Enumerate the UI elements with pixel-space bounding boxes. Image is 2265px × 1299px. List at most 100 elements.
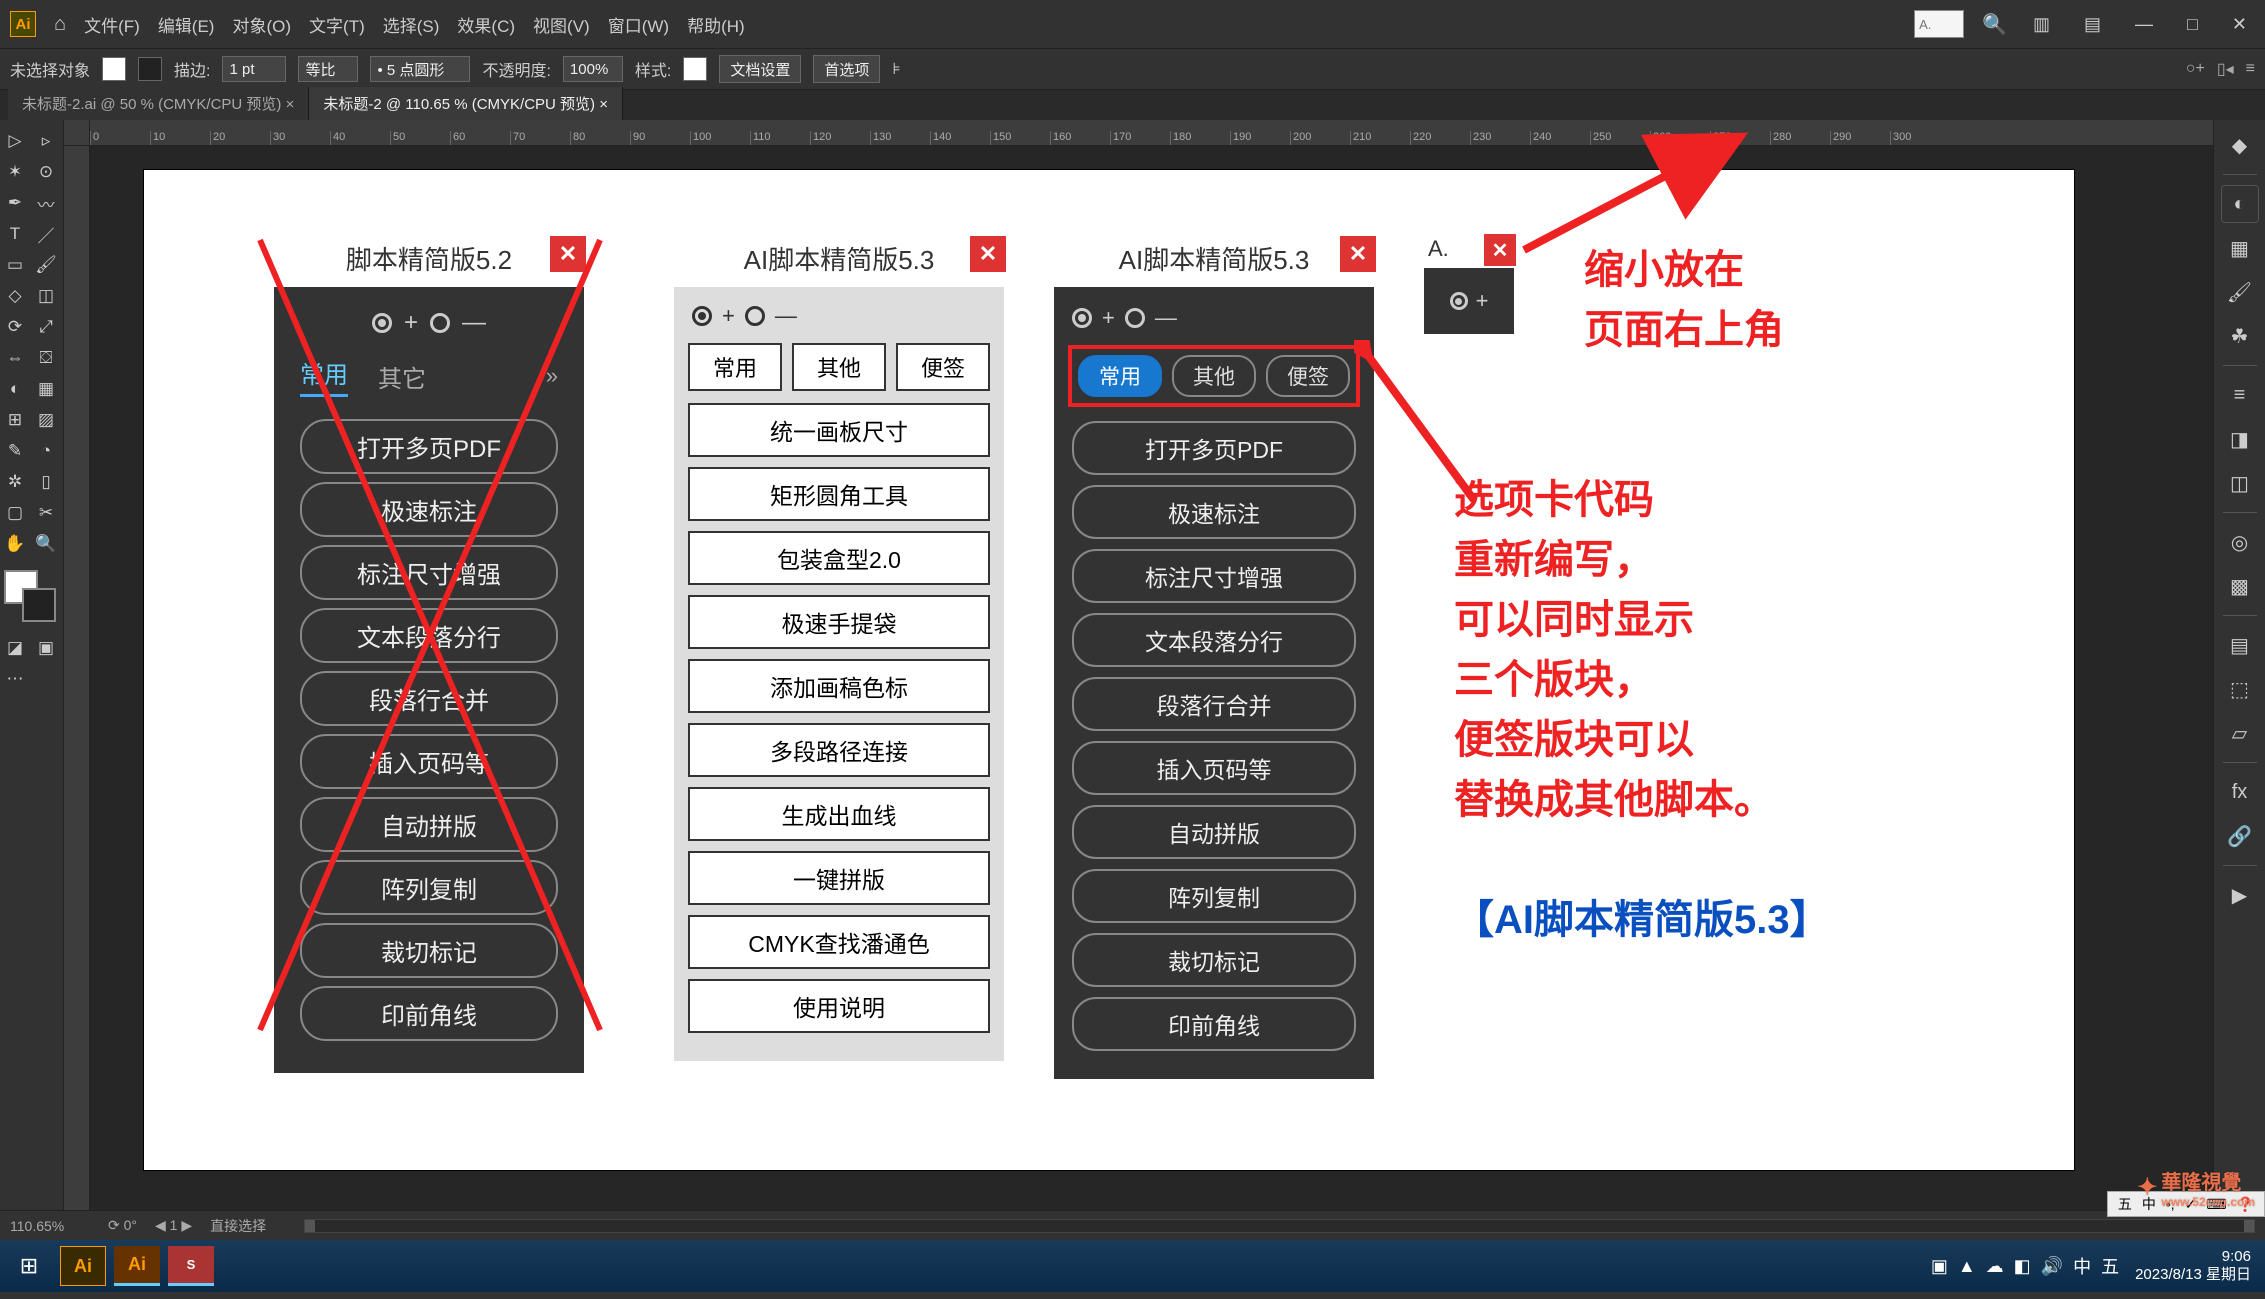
graphic-styles-panel-icon[interactable]: ▩: [2221, 567, 2259, 605]
maximize-button[interactable]: □: [2179, 14, 2206, 35]
search-icon[interactable]: 🔍: [1982, 12, 2007, 37]
tab-close-icon[interactable]: ×: [286, 96, 295, 113]
script-button[interactable]: CMYK查找潘通色: [688, 915, 990, 969]
stroke-panel-icon[interactable]: ≡: [2221, 376, 2259, 414]
column-graph-tool-icon[interactable]: ▯: [31, 467, 61, 497]
tab-close-icon[interactable]: ×: [599, 96, 608, 113]
panel-tab-other[interactable]: 其它: [378, 359, 426, 394]
horizontal-ruler[interactable]: 0102030405060708090100110120130140150160…: [90, 120, 2213, 146]
panel-close-button[interactable]: ✕: [1340, 236, 1376, 272]
free-transform-tool-icon[interactable]: ⛋: [31, 343, 61, 373]
width-tool-icon[interactable]: ⇔: [0, 343, 30, 373]
artboard-tool-icon[interactable]: ▢: [0, 498, 30, 528]
taskbar-app-illustrator[interactable]: Ai: [60, 1246, 106, 1286]
color-mode-icon[interactable]: ◪: [0, 633, 30, 663]
magic-wand-tool-icon[interactable]: ✶: [0, 157, 30, 187]
system-tray[interactable]: ▣ ▲ ☁ ◧ 🔊 中 五: [1931, 1253, 2119, 1279]
curvature-tool-icon[interactable]: 〰: [31, 188, 61, 218]
lasso-tool-icon[interactable]: ⊙: [31, 157, 61, 187]
panel-close-button[interactable]: ✕: [970, 236, 1006, 272]
appearance-panel-icon[interactable]: ◎: [2221, 523, 2259, 561]
symbols-panel-icon[interactable]: ☘: [2221, 317, 2259, 355]
script-button[interactable]: 文本段落分行: [300, 608, 558, 663]
edit-toolbar-icon[interactable]: ⋯: [0, 664, 30, 694]
script-button[interactable]: 多段路径连接: [688, 723, 990, 777]
script-button[interactable]: 生成出血线: [688, 787, 990, 841]
home-icon[interactable]: ⌂: [54, 13, 66, 36]
panel-tab-other[interactable]: 其他: [792, 343, 886, 391]
panel-tab-common[interactable]: 常用: [1078, 355, 1162, 397]
rectangle-tool-icon[interactable]: ▭: [0, 250, 30, 280]
script-button[interactable]: 使用说明: [688, 979, 990, 1033]
transparency-panel-icon[interactable]: ◫: [2221, 464, 2259, 502]
tray-icon[interactable]: ◧: [2014, 1256, 2031, 1277]
menu-view[interactable]: 视图(V): [533, 12, 590, 37]
pen-tool-icon[interactable]: ✒: [0, 188, 30, 218]
script-button[interactable]: 插入页码等: [300, 734, 558, 789]
horizontal-scrollbar[interactable]: [304, 1219, 2255, 1233]
script-button[interactable]: 印前角线: [1072, 997, 1356, 1051]
script-button[interactable]: 打开多页PDF: [1072, 421, 1356, 475]
menu-file[interactable]: 文件(F): [84, 12, 140, 37]
menu-window[interactable]: 窗口(W): [608, 12, 669, 37]
radio-off-icon[interactable]: [430, 313, 450, 333]
script-button[interactable]: 矩形圆角工具: [688, 467, 990, 521]
fill-swatch[interactable]: [102, 57, 126, 81]
align-icon[interactable]: ⊧: [892, 59, 900, 79]
zoom-level[interactable]: 110.65%: [10, 1218, 90, 1234]
script-button[interactable]: 自动拼版: [300, 797, 558, 852]
script-button[interactable]: 统一画板尺寸: [688, 403, 990, 457]
script-button[interactable]: 裁切标记: [300, 923, 558, 978]
type-tool-icon[interactable]: T: [0, 219, 30, 249]
canvas[interactable]: 0102030405060708090100110120130140150160…: [64, 120, 2213, 1210]
document-tab[interactable]: 未标题-2 @ 110.65 % (CMYK/CPU 预览) ×: [309, 87, 623, 120]
vertical-ruler[interactable]: [64, 146, 90, 1210]
layout-icon[interactable]: ▥: [2025, 14, 2058, 35]
asset-export-panel-icon[interactable]: ⬚: [2221, 670, 2259, 708]
scale-tool-icon[interactable]: ⤢: [31, 312, 61, 342]
script-button[interactable]: 裁切标记: [1072, 933, 1356, 987]
ime-icon[interactable]: 五: [2116, 1194, 2134, 1214]
play-icon[interactable]: ▶: [2221, 876, 2259, 914]
stroke-width-input[interactable]: [222, 56, 286, 82]
stroke-swatch[interactable]: [138, 57, 162, 81]
panel-tab-common[interactable]: 常用: [300, 355, 348, 397]
panel-tab-note[interactable]: 便签: [1266, 355, 1350, 397]
color-panel-icon[interactable]: ◐: [2221, 185, 2259, 223]
arrange-icon[interactable]: ▤: [2076, 14, 2109, 35]
script-button[interactable]: 极速标注: [1072, 485, 1356, 539]
chevron-double-right-icon[interactable]: »: [546, 363, 558, 389]
artboard-nav[interactable]: ◀ 1 ▶: [155, 1217, 192, 1234]
gradient-tool-icon[interactable]: ▨: [31, 405, 61, 435]
script-button[interactable]: 自动拼版: [1072, 805, 1356, 859]
ruler-origin[interactable]: [64, 120, 90, 146]
actions-panel-icon[interactable]: fx: [2221, 773, 2259, 811]
gradient-panel-icon[interactable]: ◨: [2221, 420, 2259, 458]
prefs-button[interactable]: 首选项: [813, 55, 880, 83]
menu-type[interactable]: 文字(T): [309, 12, 365, 37]
script-button[interactable]: 极速标注: [300, 482, 558, 537]
corner-input[interactable]: [370, 56, 470, 82]
layers-panel-icon[interactable]: ▤: [2221, 626, 2259, 664]
script-button[interactable]: 段落行合并: [1072, 677, 1356, 731]
script-button[interactable]: 文本段落分行: [1072, 613, 1356, 667]
uniform-input[interactable]: [298, 56, 358, 82]
script-button[interactable]: 插入页码等: [1072, 741, 1356, 795]
radio-on-icon[interactable]: [1450, 292, 1468, 310]
panel-menu-icon[interactable]: ≡: [2246, 60, 2255, 78]
eraser-tool-icon[interactable]: ◫: [31, 281, 61, 311]
minimize-button[interactable]: —: [2127, 14, 2161, 35]
script-button[interactable]: 印前角线: [300, 986, 558, 1041]
direct-selection-tool-icon[interactable]: ▹: [31, 126, 61, 156]
panel-close-button[interactable]: ✕: [550, 236, 586, 272]
fill-stroke-swatch[interactable]: [2, 568, 58, 624]
tray-icon[interactable]: ▣: [1931, 1256, 1948, 1277]
script-button[interactable]: 阵列复制: [300, 860, 558, 915]
start-button[interactable]: ⊞: [6, 1246, 52, 1286]
shape-builder-tool-icon[interactable]: ◐: [0, 374, 30, 404]
panel-tab-common[interactable]: 常用: [688, 343, 782, 391]
paintbrush-tool-icon[interactable]: 🖌: [31, 250, 61, 280]
script-button[interactable]: 包装盒型2.0: [688, 531, 990, 585]
hand-tool-icon[interactable]: ✋: [0, 529, 30, 559]
zoom-tool-icon[interactable]: 🔍: [31, 529, 61, 559]
